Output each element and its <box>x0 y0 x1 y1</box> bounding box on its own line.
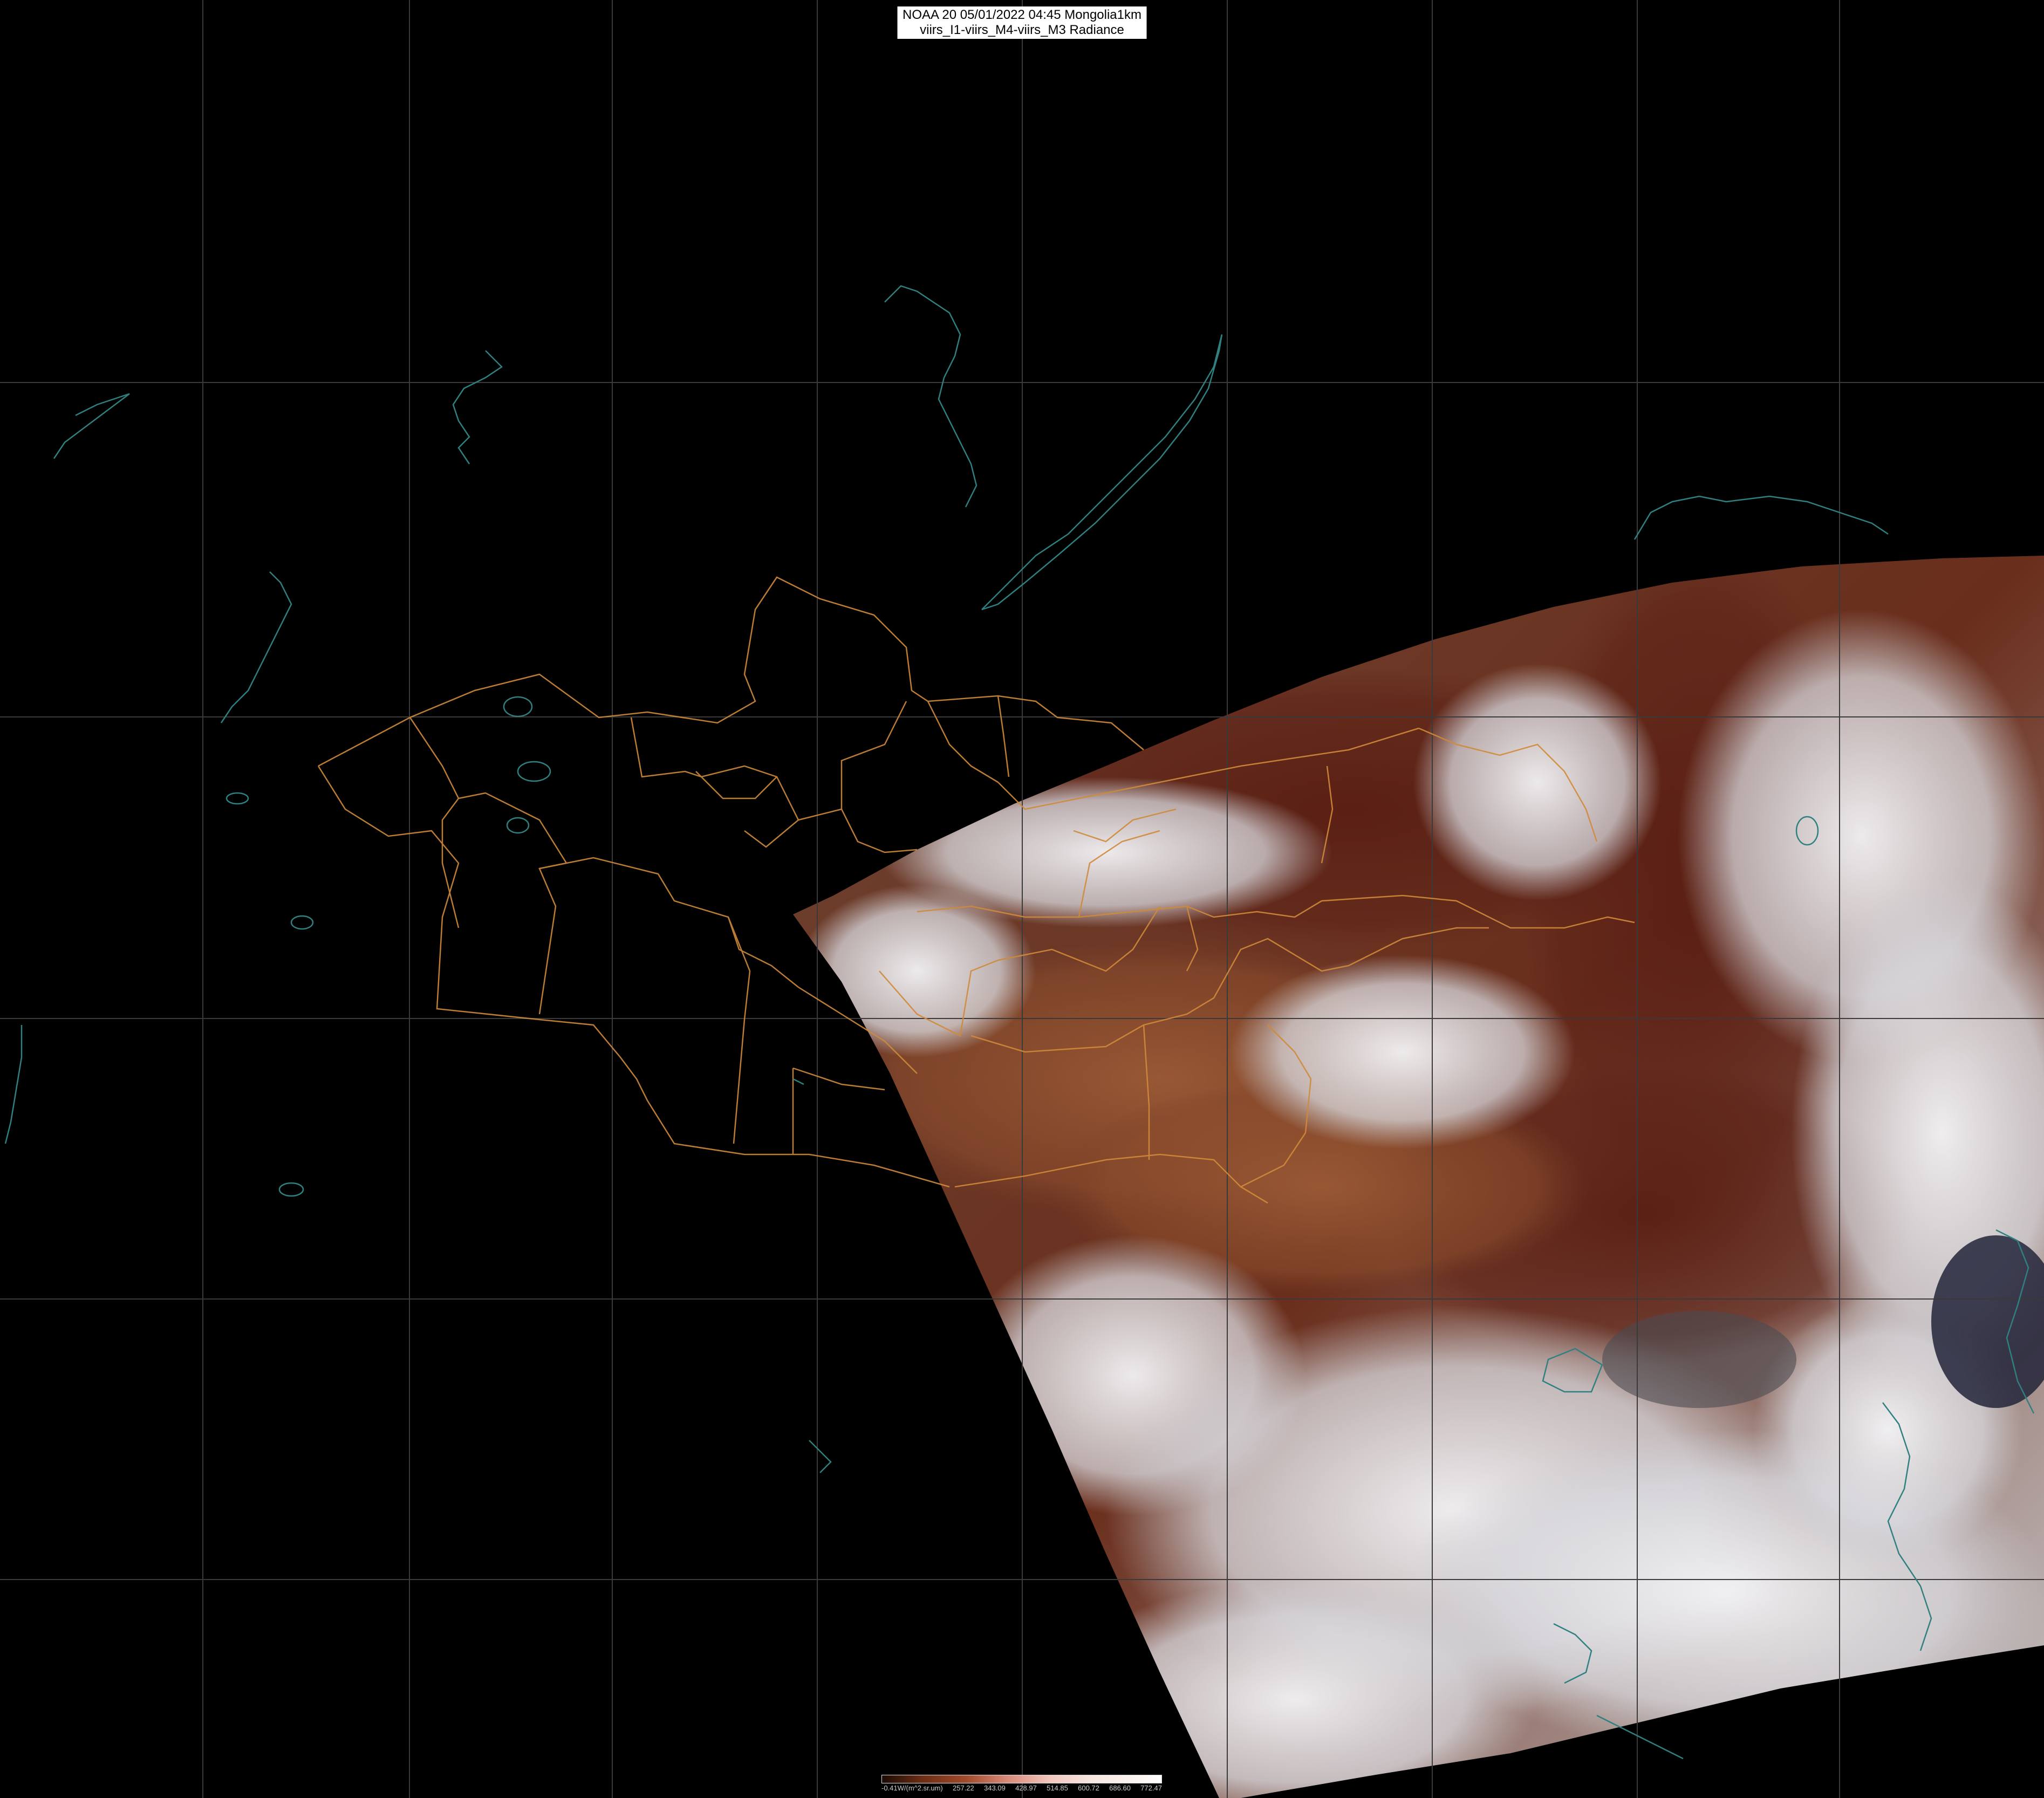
colorbar-gradient <box>881 1775 1162 1783</box>
colorbar-legend: -0.41W/(m^2.sr.um) 257.22 343.09 428.97 514.… <box>881 1775 1162 1794</box>
colorbar-tick-label: 257.22 <box>953 1784 974 1792</box>
satellite-map <box>0 0 2044 1798</box>
map-title-line2: viirs_I1-viirs_M4-viirs_M3 Radiance <box>920 23 1124 37</box>
colorbar-tick-labels: -0.41W/(m^2.sr.um) 257.22 343.09 428.97 514.… <box>881 1784 1162 1794</box>
colorbar-tick-label: 514.85 <box>1047 1784 1068 1792</box>
colorbar-tick-label: 428.97 <box>1015 1784 1037 1792</box>
colorbar-tick-label: 600.72 <box>1078 1784 1099 1792</box>
colorbar-tick-label: -0.41W/(m^2.sr.um) <box>881 1784 943 1792</box>
map-title-line1: NOAA 20 05/01/2022 04:45 Mongolia1km <box>903 8 1141 22</box>
colorbar-tick-label: 686.60 <box>1109 1784 1131 1792</box>
colorbar-tick-label: 343.09 <box>984 1784 1006 1792</box>
map-title: NOAA 20 05/01/2022 04:45 Mongolia1km vii… <box>897 6 1147 39</box>
colorbar-tick-label: 772.47 <box>1140 1784 1162 1792</box>
